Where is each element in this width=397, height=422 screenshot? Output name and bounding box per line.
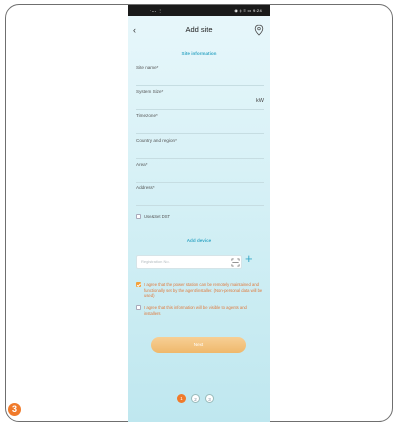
status-right: ◉ ‡ ≡ ▭ 9:24 xyxy=(234,8,262,13)
pager-step-1: 1 xyxy=(177,394,186,403)
timezone-label: Timezone* xyxy=(136,113,158,118)
add-device-plus-icon[interactable]: + xyxy=(245,251,253,266)
dst-label: Use&Set DST xyxy=(144,214,171,219)
site-information-heading: Site information xyxy=(181,51,217,56)
remote-agreement-text: I agree that the power station can be re… xyxy=(144,282,263,299)
pager-step-3: 3 xyxy=(205,394,214,403)
dst-checkbox[interactable] xyxy=(136,214,141,219)
next-button[interactable]: Next xyxy=(151,337,246,353)
site-name-field[interactable]: Site name* xyxy=(136,65,264,86)
pager-step-2: 2 xyxy=(191,394,200,403)
visibility-agreement-checkbox[interactable] xyxy=(136,305,141,310)
phone-screen: ·⸴⸴⸴ ⋮ ◉ ‡ ≡ ▭ 9:24 ‹ Add site Site info… xyxy=(128,5,270,422)
timezone-field[interactable]: Timezone* xyxy=(136,113,264,134)
address-field[interactable]: Address* xyxy=(136,185,264,206)
add-device-heading: Add device xyxy=(186,238,212,243)
address-label: Address* xyxy=(136,185,155,190)
registration-number-input[interactable]: Registration No. xyxy=(136,255,242,269)
top-bar: ‹ Add site xyxy=(128,16,270,44)
area-label: Area* xyxy=(136,162,148,167)
system-size-unit: kW xyxy=(256,98,264,104)
page-title: Add site xyxy=(185,25,213,34)
system-size-field[interactable]: System Size* kW xyxy=(136,89,264,110)
remote-agreement-checkbox[interactable] xyxy=(136,282,141,287)
scan-qr-icon[interactable] xyxy=(231,258,240,267)
status-left: ·⸴⸴⸴ ⋮ xyxy=(150,8,163,13)
step-number-badge: 3 xyxy=(8,403,21,416)
visibility-agreement-text: I agree that this information will be vi… xyxy=(144,305,247,316)
country-region-label: Country and region* xyxy=(136,138,177,143)
status-bar: ·⸴⸴⸴ ⋮ ◉ ‡ ≡ ▭ 9:24 xyxy=(128,5,270,16)
site-name-label: Site name* xyxy=(136,65,159,70)
country-region-field[interactable]: Country and region* xyxy=(136,138,264,159)
area-field[interactable]: Area* xyxy=(136,162,264,183)
location-pin-icon[interactable] xyxy=(254,24,264,36)
system-size-label: System Size* xyxy=(136,89,164,94)
step-pager: 1 2 3 xyxy=(177,394,221,404)
registration-placeholder: Registration No. xyxy=(141,259,170,264)
